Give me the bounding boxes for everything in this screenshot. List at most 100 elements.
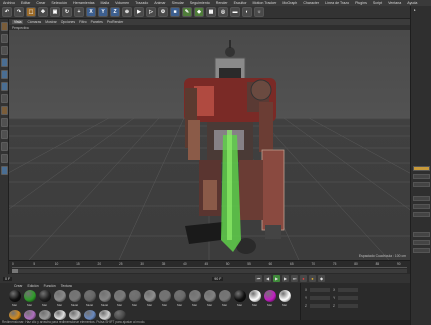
menu-item[interactable]: Animar	[154, 1, 165, 5]
viewport-menu-item[interactable]: Vista	[12, 20, 24, 24]
redo-icon[interactable]: ↷	[14, 7, 24, 17]
solo-icon[interactable]	[0, 154, 8, 163]
menu-item[interactable]: Trazado	[135, 1, 148, 5]
material-swatch[interactable]: Mat	[53, 290, 66, 309]
axis-x-button[interactable]: X	[86, 7, 96, 17]
render-picture-viewer-icon[interactable]: ▷	[146, 7, 156, 17]
material-swatch[interactable]: Mat	[233, 290, 246, 309]
next-key-icon[interactable]: ▶	[282, 275, 289, 282]
selected-object-row[interactable]	[413, 166, 430, 171]
menu-item[interactable]: Plugins	[355, 1, 367, 5]
record-icon[interactable]: ●	[300, 275, 307, 282]
menu-item[interactable]: Línea de Trazo	[325, 1, 349, 5]
autokey-icon[interactable]: ●	[309, 275, 316, 282]
attribute-row[interactable]	[413, 212, 430, 217]
menu-item[interactable]: Seguimiento	[190, 1, 210, 5]
timeline-scrubber[interactable]	[12, 269, 407, 273]
axis-mode-icon[interactable]	[0, 94, 8, 103]
previous-key-icon[interactable]: ◀	[264, 275, 271, 282]
attribute-row[interactable]	[413, 248, 430, 253]
position-y-field[interactable]	[310, 295, 331, 300]
floor-icon[interactable]: ▬	[230, 7, 240, 17]
render-settings-icon[interactable]: ⚙	[158, 7, 168, 17]
menu-item[interactable]: Motion Tracker	[253, 1, 277, 5]
size-y-field[interactable]	[338, 295, 359, 300]
menu-item[interactable]: Ventana	[388, 1, 401, 5]
coordinate-system-icon[interactable]: ⊕	[122, 7, 132, 17]
render-view-icon[interactable]: ▶	[134, 7, 144, 17]
workplane-icon[interactable]	[0, 130, 8, 139]
menu-item[interactable]: Malla	[101, 1, 110, 5]
go-to-end-icon[interactable]: ⏭	[291, 275, 298, 282]
menu-item[interactable]: Editar	[21, 1, 30, 5]
material-menu-item[interactable]: Función	[44, 284, 56, 288]
texture-mode-icon[interactable]	[0, 46, 8, 55]
material-swatch[interactable]: Mat	[113, 290, 126, 309]
viewport-menu-item[interactable]: ProRender	[107, 20, 123, 24]
menu-item[interactable]: Simular	[172, 1, 184, 5]
keyframe-selection-icon[interactable]: ◆	[318, 275, 325, 282]
end-frame-field[interactable]: 90 F	[212, 276, 224, 281]
material-swatch[interactable]: Mat	[263, 290, 276, 309]
viewport-menu-item[interactable]: Filtro	[79, 20, 87, 24]
go-to-start-icon[interactable]: ⏮	[255, 275, 262, 282]
menu-item[interactable]: Render	[216, 1, 228, 5]
scale-icon[interactable]: ▣	[50, 7, 60, 17]
menu-item[interactable]: Archivo	[3, 1, 15, 5]
play-icon[interactable]: ▶	[273, 275, 280, 282]
undo-icon[interactable]: ↶	[2, 7, 12, 17]
material-swatch[interactable]: Mat	[23, 290, 36, 309]
deformer-icon[interactable]: ◎	[218, 7, 228, 17]
material-swatch[interactable]: Mat	[248, 290, 261, 309]
rotate-icon[interactable]: ↻	[62, 7, 72, 17]
move-icon[interactable]: ✥	[38, 7, 48, 17]
attribute-row[interactable]	[413, 204, 430, 209]
axis-z-button[interactable]: Z	[110, 7, 120, 17]
position-x-field[interactable]	[310, 287, 331, 292]
recent-tool-icon[interactable]: +	[74, 7, 84, 17]
subdivision-icon[interactable]: ◆	[194, 7, 204, 17]
menu-item[interactable]: Ayuda	[407, 1, 417, 5]
viewport-menu-item[interactable]: Opciones	[61, 20, 75, 24]
spline-pen-icon[interactable]: ✎	[182, 7, 192, 17]
material-menu-item[interactable]: Crear	[14, 284, 22, 288]
menu-item[interactable]: Character	[303, 1, 319, 5]
cube-icon[interactable]: ■	[170, 7, 180, 17]
points-mode-icon[interactable]	[0, 58, 8, 67]
object-row[interactable]	[413, 182, 430, 187]
make-editable-icon[interactable]	[0, 22, 8, 31]
3d-viewport[interactable]: Espaciado Cuadrícula : 100 cm	[9, 30, 410, 260]
material-menu-item[interactable]: Edición	[27, 284, 38, 288]
menu-item[interactable]: MoGraph	[282, 1, 297, 5]
material-swatch[interactable]: Mat	[143, 290, 156, 309]
menu-item[interactable]: Escultor	[234, 1, 247, 5]
material-swatch[interactable]: Metal	[98, 290, 111, 309]
viewport-menu-item[interactable]: Mostrar	[45, 20, 57, 24]
menu-item[interactable]: Script	[373, 1, 382, 5]
menu-item[interactable]: Volumen	[115, 1, 129, 5]
live-select-icon[interactable]: ⬚	[26, 7, 36, 17]
tweak-mode-icon[interactable]	[0, 106, 8, 115]
material-swatch[interactable]: Mat	[128, 290, 141, 309]
object-row[interactable]	[413, 174, 430, 179]
edges-mode-icon[interactable]	[0, 70, 8, 79]
material-swatch[interactable]: Mat	[158, 290, 171, 309]
material-swatch[interactable]: Mat	[8, 290, 21, 309]
viewport-menu-item[interactable]: Paneles	[91, 20, 103, 24]
scrubber-handle[interactable]	[12, 269, 18, 273]
material-menu-item[interactable]: Textura	[61, 284, 72, 288]
menu-item[interactable]: Herramientas	[73, 1, 95, 5]
size-z-field[interactable]	[337, 303, 358, 308]
material-swatch[interactable]: Mat	[218, 290, 231, 309]
array-icon[interactable]: ▦	[206, 7, 216, 17]
light-icon[interactable]: ☼	[254, 7, 264, 17]
attribute-row[interactable]	[413, 232, 430, 237]
layout-icon[interactable]	[0, 166, 8, 175]
timeline[interactable]: 0 5 10 15 20 25 30 35 40 45 50 55 60 65 70 75 80 85 90	[9, 260, 410, 274]
model-mode-icon[interactable]	[0, 34, 8, 43]
snap-icon[interactable]	[0, 118, 8, 127]
menu-item[interactable]: Selección	[51, 1, 67, 5]
material-swatch[interactable]: Mat	[188, 290, 201, 309]
timeline-ruler[interactable]: 0 5 10 15 20 25 30 35 40 45 50 55 60 65 70 75 80 85 90	[12, 262, 407, 268]
current-frame-field[interactable]: 0 F	[3, 276, 13, 281]
